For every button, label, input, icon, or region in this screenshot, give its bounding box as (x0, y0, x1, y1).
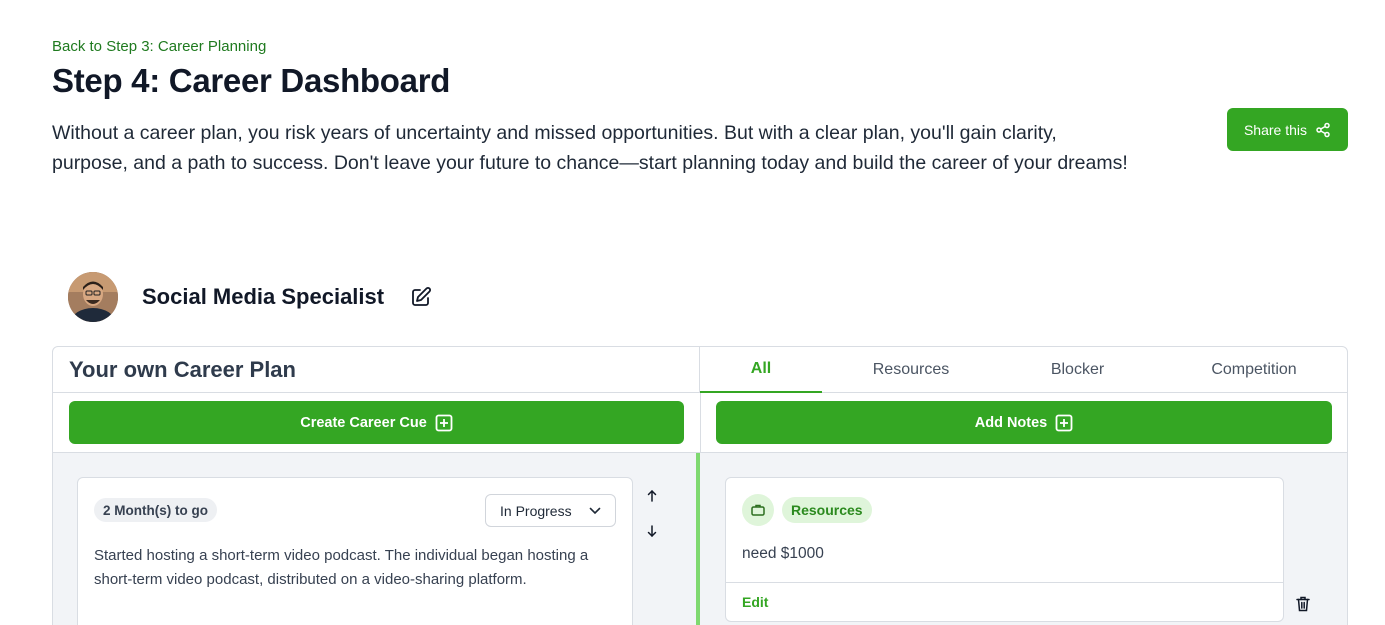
move-up-icon[interactable] (644, 488, 660, 504)
tab-all[interactable]: All (700, 347, 822, 393)
share-button[interactable]: Share this (1227, 108, 1348, 151)
plus-square-icon (435, 414, 453, 431)
tab-blocker[interactable]: Blocker (1000, 347, 1155, 393)
intro-text: Without a career plan, you risk years of… (52, 122, 1128, 174)
career-panel: Your own Career Plan All Resources Block… (52, 346, 1348, 625)
notes-tabs: All Resources Blocker Competition (700, 347, 1347, 393)
career-plan-title: Your own Career Plan (69, 357, 296, 382)
note-footer: Edit (726, 582, 1283, 622)
plus-square-icon (1055, 414, 1073, 431)
share-button-label: Share this (1243, 121, 1308, 138)
action-bar: Create Career Cue Add Notes (53, 393, 1347, 453)
time-left-badge: 2 Month(s) to go (94, 498, 217, 522)
note-card: Resources need $1000 Edit (725, 477, 1284, 622)
note-edit-button[interactable]: Edit (742, 594, 768, 610)
career-plan-header: Your own Career Plan (53, 347, 700, 393)
back-link[interactable]: Back to Step 3: Career Planning (52, 38, 266, 55)
avatar (68, 272, 118, 322)
career-name: Social Media Specialist (142, 284, 385, 309)
note-category-tag: Resources (782, 497, 872, 523)
divider (700, 393, 701, 453)
chevron-down-icon (589, 507, 601, 515)
trash-icon[interactable] (1296, 596, 1310, 612)
share-icon (1316, 122, 1330, 137)
note-icon-badge (742, 494, 774, 526)
page-title: Step 4: Career Dashboard (52, 62, 451, 99)
create-career-cue-label: Create Career Cue (300, 414, 427, 431)
career-cue-card: 2 Month(s) to go In Progress Started hos… (77, 477, 633, 625)
add-notes-button[interactable]: Add Notes (716, 401, 1332, 444)
status-value: In Progress (500, 502, 572, 519)
note-text: need $1000 (742, 545, 824, 562)
add-notes-label: Add Notes (974, 414, 1048, 431)
tab-competition[interactable]: Competition (1170, 347, 1338, 393)
create-career-cue-button[interactable]: Create Career Cue (69, 401, 684, 444)
tab-resources[interactable]: Resources (836, 347, 986, 393)
status-select[interactable]: In Progress (485, 494, 616, 527)
timeline-divider (696, 453, 700, 625)
pencil-square-icon[interactable] (410, 286, 432, 308)
move-down-icon[interactable] (644, 523, 660, 539)
cue-description: Started hosting a short-term video podca… (94, 547, 589, 588)
briefcase-icon (751, 504, 765, 516)
content-area: 2 Month(s) to go In Progress Started hos… (53, 453, 1347, 625)
